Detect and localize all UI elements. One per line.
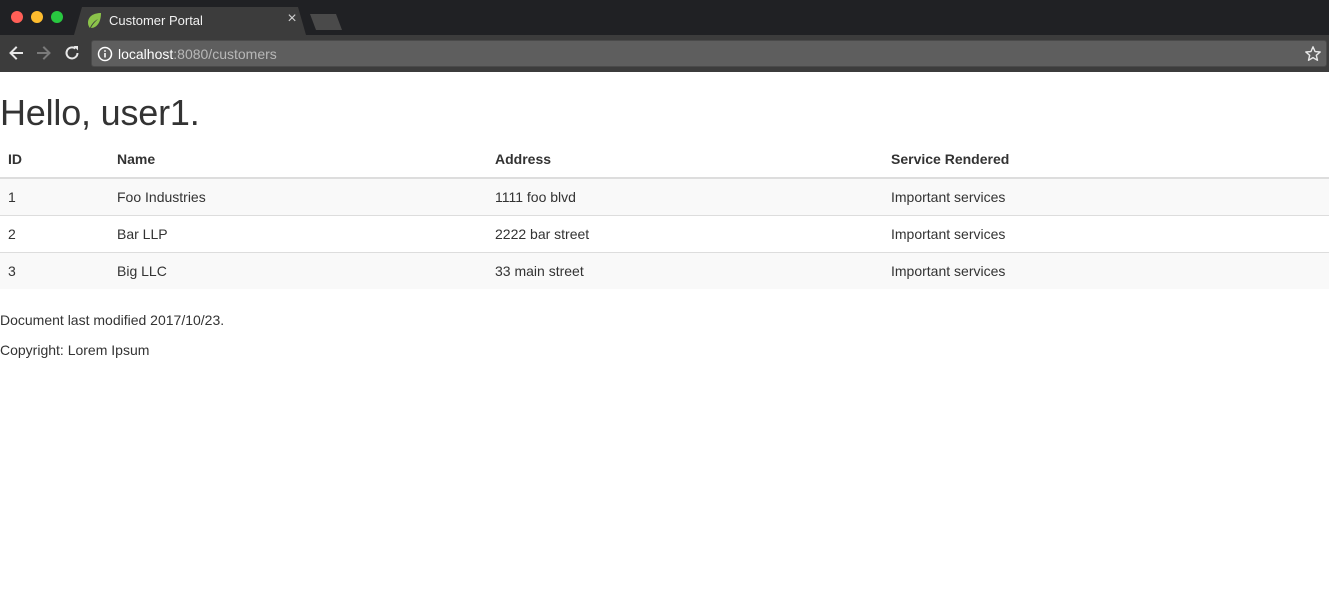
back-arrow-icon (9, 46, 23, 60)
url-text[interactable]: localhost:8080/customers (118, 46, 277, 62)
page-content: Hello, user1. ID Name Address Service Re… (0, 72, 1329, 607)
column-header-id: ID (0, 141, 109, 179)
tab-title: Customer Portal (109, 13, 203, 28)
table-row: 2 Bar LLP 2222 bar street Important serv… (0, 214, 1329, 252)
cell-id: 3 (0, 251, 109, 289)
cell-id: 1 (8, 188, 16, 205)
cell-address: 1111 foo blvd (495, 188, 576, 205)
column-header-name: Name (109, 141, 487, 179)
reload-icon (65, 46, 79, 60)
cell-id: 2 (0, 214, 109, 252)
info-icon[interactable] (97, 46, 113, 62)
table-row: 3 Big LLC 33 main street Important servi… (0, 251, 1329, 289)
leaf-favicon-icon (88, 13, 101, 28)
table-row: 1 Foo Industries 1111 foo blvd Important… (0, 178, 1329, 215)
forward-arrow-icon (37, 46, 51, 60)
copyright-text: Copyright: Lorem Ipsum (0, 342, 150, 358)
address-bar[interactable]: localhost:8080/customers (91, 40, 1327, 67)
back-button[interactable] (6, 43, 26, 63)
window-close-button[interactable] (11, 11, 23, 23)
browser-tab-bar: Customer Portal × (0, 0, 1329, 35)
cell-service: Important services (883, 251, 1329, 289)
window-zoom-button[interactable] (51, 11, 63, 23)
new-tab-button[interactable] (310, 14, 342, 30)
customers-table: ID Name Address Service Rendered 1 Foo I… (0, 141, 1329, 289)
close-icon[interactable]: × (285, 10, 299, 28)
table-header-row: ID Name Address Service Rendered (0, 141, 1329, 179)
browser-toolbar: localhost:8080/customers (0, 35, 1329, 72)
column-header-address: Address (487, 141, 883, 179)
cell-name: Big LLC (109, 251, 487, 289)
forward-button[interactable] (34, 43, 54, 63)
reload-button[interactable] (62, 43, 82, 63)
url-host: localhost (118, 46, 174, 62)
cell-name: Bar LLP (109, 214, 487, 252)
window-minimize-button[interactable] (31, 11, 43, 23)
page-title: Hello, user1. (0, 92, 200, 133)
cell-address: 33 main street (487, 251, 883, 289)
cell-service: Important services (883, 214, 1329, 252)
cell-name: Foo Industries (117, 188, 206, 205)
last-modified-text: Document last modified 2017/10/23. (0, 312, 225, 328)
url-path: :8080/customers (173, 46, 277, 62)
cell-service: Important services (891, 188, 1006, 205)
cell-address: 2222 bar street (487, 214, 883, 252)
star-icon[interactable] (1304, 45, 1322, 63)
column-header-service: Service Rendered (883, 141, 1329, 179)
